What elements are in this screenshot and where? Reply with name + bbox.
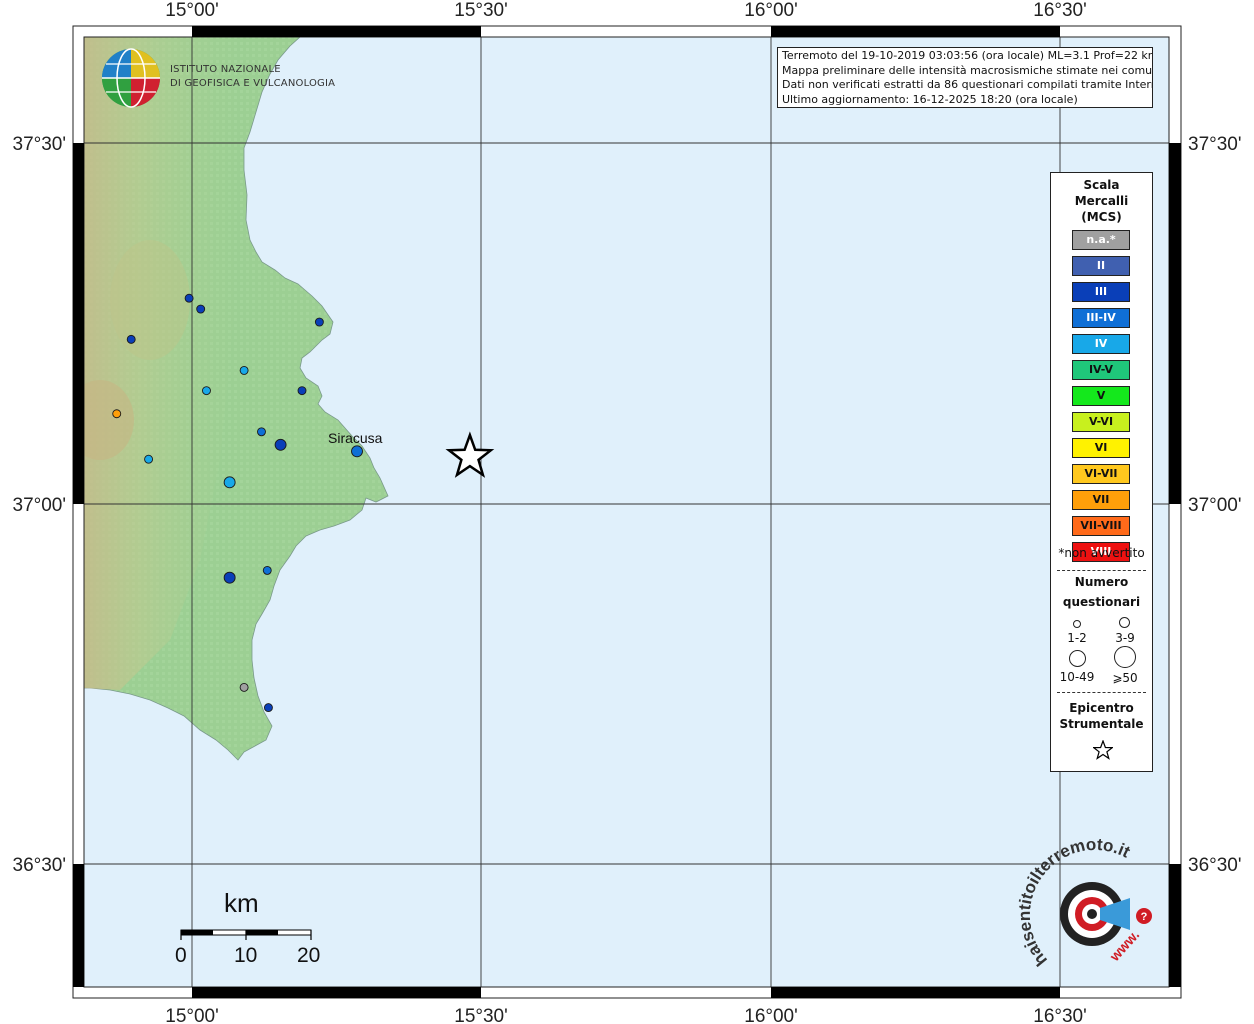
intensity-point (274, 438, 287, 451)
legend-swatch: VI (1072, 438, 1130, 458)
legend-title-line: Scala (1083, 178, 1120, 192)
size-label: 1-2 (1067, 631, 1087, 645)
size-ring-small-icon (1073, 620, 1081, 628)
size-label: 3-9 (1115, 631, 1135, 645)
size-ring-medium-icon (1119, 617, 1130, 628)
legend-epicenter-line: Strumentale (1059, 717, 1144, 731)
legend-swatch: III-IV (1072, 308, 1130, 328)
intensity-point (196, 304, 206, 314)
city-label-siracusa: Siracusa (328, 430, 383, 446)
info-line-event: Terremoto del 19-10-2019 03:03:56 (ora l… (782, 49, 1153, 62)
lat-label-right: 36°30' (1188, 855, 1242, 876)
scale-bar-tick: 20 (297, 944, 321, 967)
lat-label-right: 37°30' (1188, 134, 1242, 155)
intensity-point (112, 409, 122, 419)
legend-scale-title: Scala Mercalli (MCS) (1051, 177, 1152, 225)
intensity-point (314, 317, 324, 327)
legend-count-title-line: Numero (1074, 575, 1129, 589)
lon-label-bottom: 16°00' (744, 1006, 798, 1024)
institute-line-1: ISTITUTO NAZIONALE (170, 64, 281, 75)
lat-label-right: 37°00' (1188, 495, 1242, 516)
legend-swatch: VI-VII (1072, 464, 1130, 484)
size-label: ⩾50 (1112, 671, 1138, 685)
scale-bar-tick: 0 (175, 944, 187, 967)
intensity-point (239, 682, 249, 692)
info-line-data: Dati non verificati estratti da 86 quest… (782, 78, 1153, 91)
intensity-point (262, 565, 272, 575)
legend-swatch: IV-V (1072, 360, 1130, 380)
event-info-box: Terremoto del 19-10-2019 03:03:56 (ora l… (777, 47, 1153, 108)
legend-divider (1057, 692, 1146, 693)
lon-label-top: 15°30' (454, 0, 508, 21)
intensity-point (239, 365, 249, 375)
svg-text:?: ? (1141, 911, 1148, 923)
lon-label-bottom: 16°30' (1033, 1006, 1087, 1024)
legend-epicenter-line: Epicentro (1069, 701, 1134, 715)
legend-count-title: Numero questionari (1051, 572, 1152, 612)
legend-count-title-line: questionari (1062, 595, 1141, 609)
legend-divider (1057, 570, 1146, 571)
legend-swatch: n.a.* (1072, 230, 1130, 250)
hills-shade (110, 240, 190, 360)
lat-label-left: 36°30' (13, 855, 67, 876)
legend-panel: Scala Mercalli (MCS) n.a.* II III III-IV IV I… (1050, 172, 1153, 772)
size-label: 10-49 (1059, 670, 1095, 684)
legend-swatch: II (1072, 256, 1130, 276)
intensity-point (297, 386, 307, 396)
lat-label-left: 37°00' (13, 495, 67, 516)
intensity-point (184, 293, 194, 303)
intensity-point (126, 334, 136, 344)
legend-swatch: V-VI (1072, 412, 1130, 432)
legend-swatch: VII-VIII (1072, 516, 1130, 536)
intensity-point (144, 454, 154, 464)
intensity-point (263, 703, 273, 713)
legend-title-line: Mercalli (1074, 194, 1129, 208)
lon-label-bottom: 15°00' (165, 1006, 219, 1024)
legend-star-icon (1093, 740, 1113, 760)
intensity-point (351, 445, 363, 458)
legend-na-note: *non avvertito (1058, 546, 1145, 560)
legend-intensity-scale: n.a.* II III III-IV IV IV-V V V-VI VI VI-VII VII VI… (1072, 230, 1130, 568)
lon-label-bottom: 15°30' (454, 1006, 508, 1024)
lat-label-left: 37°30' (13, 134, 67, 155)
scale-bar-unit: km (224, 888, 259, 918)
legend-epicenter-title: Epicentro Strumentale (1051, 700, 1152, 732)
lon-label-top: 16°30' (1033, 0, 1087, 21)
size-ring-large-icon (1069, 650, 1086, 667)
legend-swatch: IV (1072, 334, 1130, 354)
institute-line-2: DI GEOFISICA E VULCANOLOGIA (170, 78, 336, 89)
institute-name: ISTITUTO NAZIONALE DI GEOFISICA E VULCAN… (170, 63, 335, 91)
intensity-point (257, 427, 266, 437)
intensity-point (202, 386, 211, 396)
lon-label-top: 16°00' (744, 0, 798, 21)
info-line-update: Ultimo aggiornamento: 16-12-2025 18:20 (… (782, 92, 1078, 106)
info-line-map: Mappa preliminare delle intensità macros… (782, 63, 1153, 77)
ingv-logo-icon (102, 48, 160, 108)
legend-swatch: III (1072, 282, 1130, 302)
size-ring-xlarge-icon (1114, 646, 1136, 668)
intensity-point (223, 571, 236, 584)
lon-label-top: 15°00' (165, 0, 219, 21)
intensity-point (223, 476, 236, 489)
scale-bar-tick: 10 (234, 944, 258, 967)
legend-title-line: (MCS) (1081, 210, 1122, 224)
legend-swatch: VII (1072, 490, 1130, 510)
legend-swatch: V (1072, 386, 1130, 406)
